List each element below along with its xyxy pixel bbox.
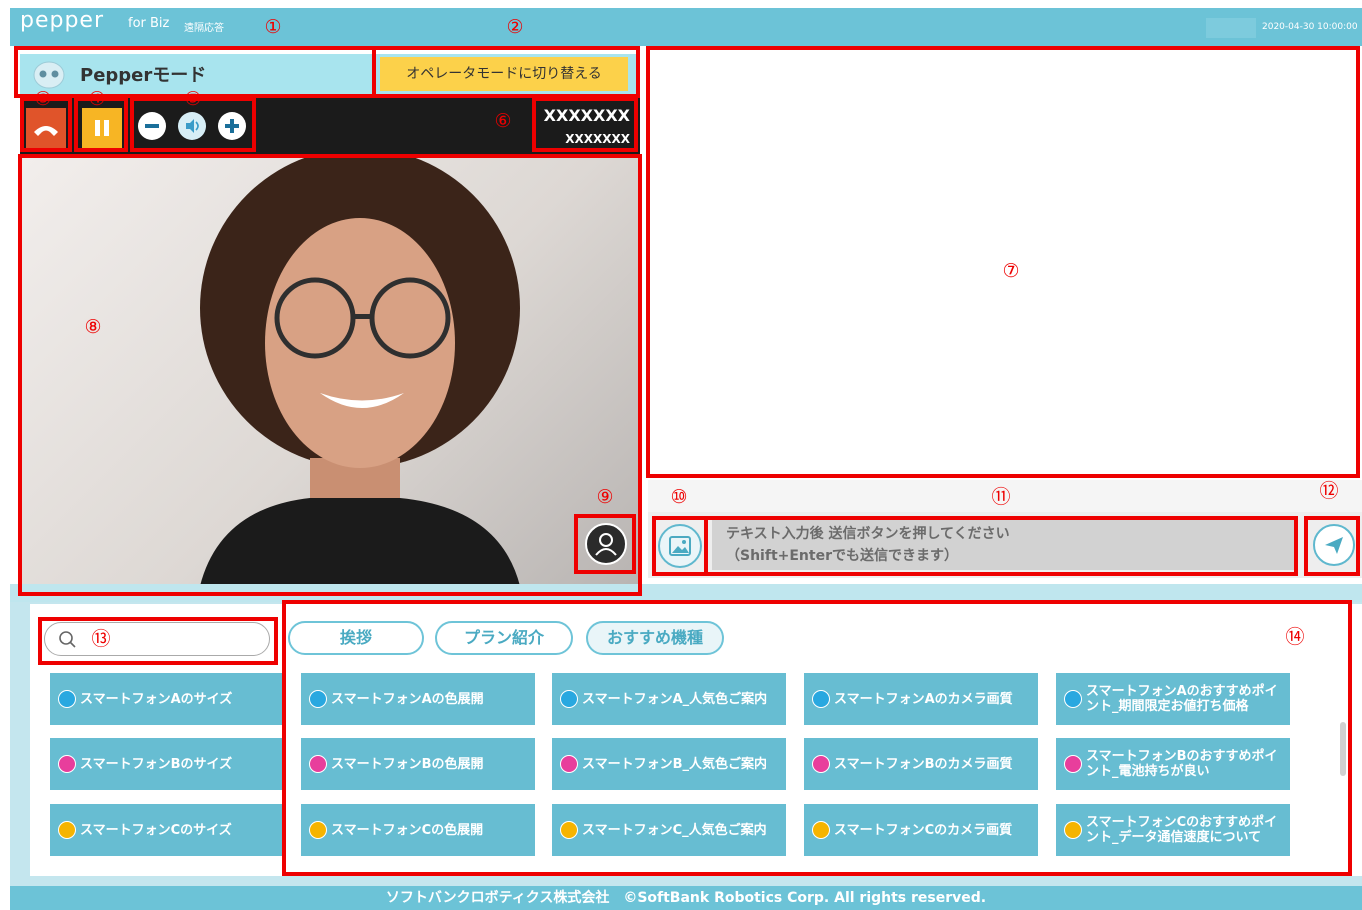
callout-box-6 [532, 97, 638, 152]
product-label: for Biz [128, 16, 170, 31]
phrase-button[interactable]: スマートフォンCのサイズ [50, 804, 284, 856]
callout-box-8 [18, 154, 642, 596]
pepper-logo: pepper [20, 8, 105, 33]
footer: ソフトバンクロボティクス株式会社 ©SoftBank Robotics Corp… [10, 886, 1362, 910]
callout-box-10 [652, 516, 708, 576]
callout-7: ⑦ [1002, 260, 1020, 282]
callout-5: ⑤ [184, 88, 202, 110]
callout-2: ② [506, 16, 524, 38]
app-name: 遠隔応答 [184, 23, 224, 34]
callout-box-11 [704, 516, 1298, 576]
color-dot [58, 690, 76, 708]
phrase-label: スマートフォンCのサイズ [80, 822, 232, 838]
callout-4: ④ [88, 88, 106, 110]
callout-9: ⑨ [596, 486, 614, 508]
callout-box-12 [1304, 516, 1360, 576]
callout-3: ③ [34, 88, 52, 110]
phrase-button[interactable]: スマートフォンBのサイズ [50, 738, 284, 790]
callout-12: ⑫ [1319, 480, 1339, 502]
callout-10: ⑩ [670, 486, 688, 508]
callout-14: ⑭ [1285, 626, 1305, 648]
callout-1: ① [264, 16, 282, 38]
callout-box-13 [38, 617, 278, 665]
callout-box-9 [574, 514, 636, 574]
phrase-label: スマートフォンBのサイズ [80, 756, 233, 772]
callout-13: ⑬ [91, 628, 111, 650]
user-block [1206, 18, 1256, 38]
callout-6: ⑥ [494, 110, 512, 132]
phrase-button[interactable]: スマートフォンAのサイズ [50, 673, 284, 725]
phrase-label: スマートフォンAのサイズ [80, 691, 233, 707]
color-dot [58, 755, 76, 773]
datetime: 2020-04-30 10:00:00 [1262, 22, 1358, 32]
callout-8: ⑧ [84, 316, 102, 338]
callout-box-14 [282, 600, 1352, 876]
callout-box-2b [372, 46, 640, 98]
callout-11: ⑪ [991, 486, 1011, 508]
color-dot [58, 821, 76, 839]
